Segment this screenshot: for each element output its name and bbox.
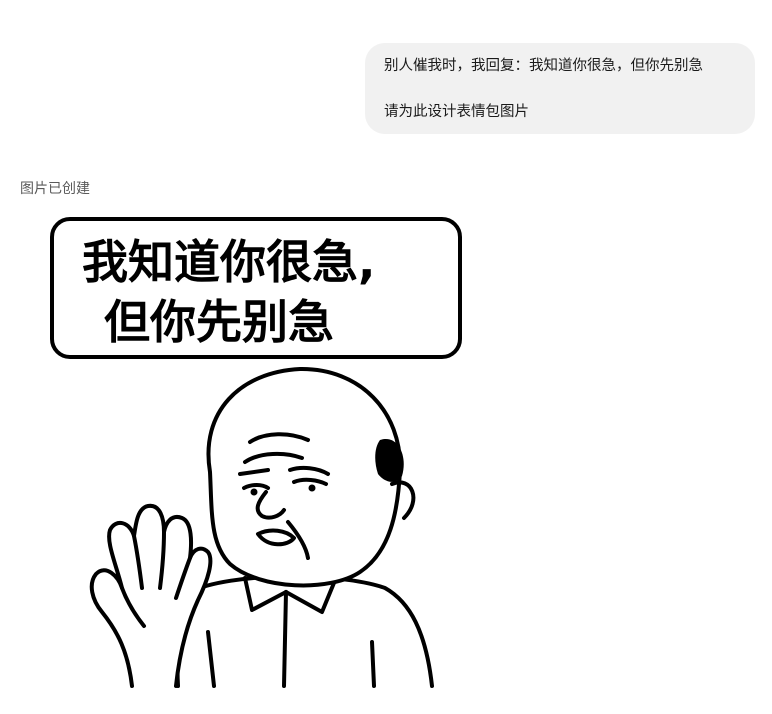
caption-line-2: 但你先别急 — [104, 295, 334, 349]
image-created-status: 图片已创建 — [20, 181, 90, 197]
shirt-drawing — [175, 574, 434, 688]
user-message-line-2: 请为此设计表情包图片 — [384, 104, 529, 120]
right-pupil — [308, 484, 316, 492]
user-message-line-1: 别人催我时，我回复：我知道你很急，但你先别急 — [384, 58, 703, 74]
caption-line-1: 我知道你很急, — [82, 235, 375, 289]
left-pupil — [250, 488, 258, 496]
generated-meme-image[interactable]: 我知道你很急, 但你先别急 — [40, 212, 480, 700]
user-message-bubble: 别人催我时，我回复：我知道你很急，但你先别急 请为此设计表情包图片 — [365, 43, 755, 134]
raised-hand-drawing — [89, 503, 213, 688]
